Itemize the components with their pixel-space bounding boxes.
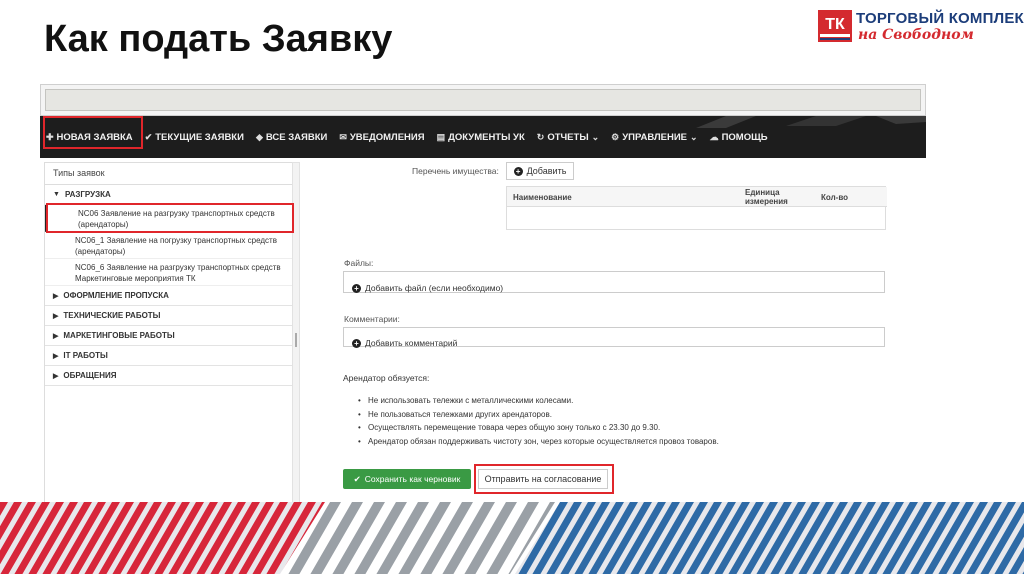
slide-title: Как подать Заявку: [44, 18, 393, 60]
column-header-unit-line1: Единица: [745, 188, 780, 197]
logo: ТК ТОРГОВЫЙ КОМПЛЕКС на Свободном: [818, 8, 1024, 48]
nav-label: ВСЕ ЗАЯВКИ: [265, 131, 328, 143]
property-list-label: Перечень имущества:: [412, 166, 499, 176]
caret-right-icon: ▶: [53, 372, 59, 380]
category-label: IT РАБОТЫ: [63, 351, 108, 360]
sidebar-category-technical[interactable]: ▶ ТЕХНИЧЕСКИЕ РАБОТЫ: [45, 306, 295, 326]
sidebar-category-pass[interactable]: ▶ ОФОРМЛЕНИЕ ПРОПУСКА: [45, 286, 295, 306]
chat-icon: ☁: [709, 131, 719, 142]
category-label: РАЗГРУЗКА: [64, 190, 111, 199]
sidebar-item-nc06-1[interactable]: NC06_1 Заявление на погрузку транспортны…: [45, 232, 295, 259]
nav-help[interactable]: ☁ ПОМОЩЬ: [710, 132, 768, 143]
item-line1: NC06_6 Заявление на разгрузку транспортн…: [75, 263, 281, 272]
nav-label: ПОМОЩЬ: [721, 131, 768, 143]
add-file-link-overlay[interactable]: + Добавить файл (если необходимо): [352, 283, 503, 293]
tag-icon: ◆: [255, 131, 263, 142]
obligation-item: Не пользоваться тележками других арендат…: [358, 408, 719, 422]
sidebar-category-unloading[interactable]: ▼ РАЗГРУЗКА: [45, 185, 295, 205]
item-line2: Маркетинговые мероприятия ТК: [75, 274, 196, 283]
item-line2: (арендаторы): [75, 247, 126, 256]
column-header-qty: Кол-во: [821, 193, 849, 202]
plus-circle-icon: +: [352, 283, 361, 293]
sidebar-category-marketing[interactable]: ▶ МАРКЕТИНГОВЫЕ РАБОТЫ: [45, 326, 295, 346]
chevron-down-icon: ⌄: [591, 131, 600, 142]
sidebar-category-it[interactable]: ▶ IT РАБОТЫ: [45, 346, 295, 366]
highlight-new-request: [43, 116, 143, 149]
caret-right-icon: ▶: [53, 292, 59, 300]
nav-notifications[interactable]: ✉ УВЕДОМЛЕНИЯ: [339, 132, 424, 143]
add-comment-label: Добавить комментарий: [365, 338, 458, 348]
navbar: ✚ НОВАЯ ЗАЯВКА ✔ ТЕКУЩИЕ ЗАЯВКИ ◆ ВСЕ ЗАЯВК…: [40, 116, 926, 158]
top-strip: [40, 84, 926, 116]
plus-circle-icon: +: [513, 166, 523, 176]
plus-circle-icon: +: [352, 338, 361, 348]
refresh-icon: ↻: [536, 131, 545, 142]
logo-line2: на Свободном: [858, 27, 974, 43]
bottom-stripes-decoration: [0, 502, 1024, 574]
caret-right-icon: ▶: [53, 312, 59, 320]
sidebar-category-appeals[interactable]: ▶ ОБРАЩЕНИЯ: [45, 366, 295, 386]
nav-label: ТЕКУЩИЕ ЗАЯВКИ: [155, 131, 244, 143]
category-label: ОФОРМЛЕНИЕ ПРОПУСКА: [63, 291, 169, 300]
nav-all-requests[interactable]: ◆ ВСЕ ЗАЯВКИ: [256, 132, 327, 143]
logo-mark-icon: ТК: [818, 10, 852, 42]
nav-documents[interactable]: ▤ ДОКУМЕНТЫ УК: [437, 132, 525, 143]
check-icon: ✔: [353, 473, 361, 484]
caret-down-icon: ▼: [53, 191, 60, 198]
nav-label: УПРАВЛЕНИЕ: [622, 131, 688, 143]
obligations-list: Не использовать тележки с металлическими…: [358, 394, 719, 448]
caret-right-icon: ▶: [53, 352, 59, 360]
nav-label: УВЕДОМЛЕНИЯ: [349, 131, 425, 143]
column-header-unit-line2: измерения: [745, 197, 788, 206]
add-button-label: Добавить: [526, 166, 567, 176]
nav-label: ОТЧЕТЫ: [547, 131, 589, 143]
add-comment-link-overlay[interactable]: + Добавить комментарий: [352, 338, 457, 348]
add-property-button[interactable]: + Добавить: [506, 162, 574, 180]
nav-label: ДОКУМЕНТЫ УК: [448, 131, 525, 143]
nav-current-requests[interactable]: ✔ ТЕКУЩИЕ ЗАЯВКИ: [145, 132, 244, 143]
envelope-icon: ✉: [339, 131, 347, 142]
obligations-title: Арендатор обязуется:: [343, 373, 430, 383]
highlight-submit: [474, 464, 614, 494]
sidebar-header: Типы заявок: [45, 163, 295, 185]
item-line1: NC06_1 Заявление на погрузку транспортны…: [75, 236, 277, 245]
sidebar-item-nc06-6[interactable]: NC06_6 Заявление на разгрузку транспортн…: [45, 259, 295, 286]
check-icon: ✔: [144, 131, 153, 142]
obligation-item: Осуществлять перемещение товара через об…: [358, 421, 719, 435]
chevron-down-icon: ⌄: [690, 131, 698, 142]
logo-line1: ТОРГОВЫЙ КОМПЛЕКС: [856, 10, 1024, 27]
column-header-name: Наименование: [513, 193, 572, 202]
category-label: МАРКЕТИНГОВЫЕ РАБОТЫ: [63, 331, 175, 340]
gears-icon: ⚙: [611, 131, 620, 142]
save-draft-label: Сохранить как черновик: [364, 474, 461, 484]
category-label: ТЕХНИЧЕСКИЕ РАБОТЫ: [63, 311, 161, 320]
highlight-nc06-item: [46, 203, 294, 233]
files-label: Файлы:: [344, 258, 374, 268]
category-label: ОБРАЩЕНИЯ: [63, 371, 117, 380]
property-table: Наименование Единица измерения Кол-во: [506, 186, 887, 230]
nav-reports[interactable]: ↻ ОТЧЕТЫ ⌄: [537, 132, 599, 143]
obligation-item: Арендатор обязан поддерживать чистоту зо…: [358, 435, 719, 449]
add-file-label: Добавить файл (если необходимо): [365, 283, 504, 293]
obligation-item: Не использовать тележки с металлическими…: [358, 394, 719, 408]
save-draft-button[interactable]: ✔ Сохранить как черновик: [343, 469, 471, 489]
logo-mark-text: ТК: [825, 16, 845, 33]
caret-right-icon: ▶: [53, 332, 59, 340]
request-form: Перечень имущества: + Добавить Наименова…: [302, 158, 897, 504]
comments-label: Комментарии:: [344, 314, 400, 324]
property-table-header: Наименование Единица измерения Кол-во: [507, 187, 887, 207]
document-icon: ▤: [436, 131, 446, 142]
nav-management[interactable]: ⚙ УПРАВЛЕНИЕ ⌄: [611, 132, 697, 143]
